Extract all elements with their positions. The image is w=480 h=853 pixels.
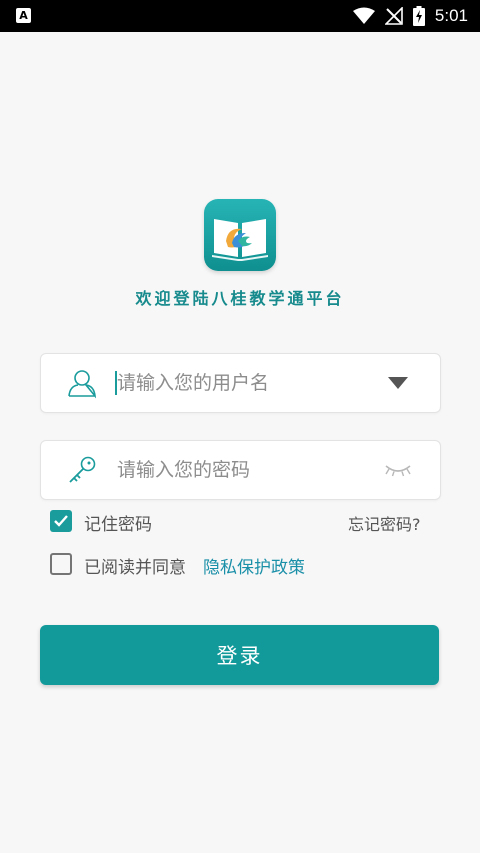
remember-password-checkbox[interactable] bbox=[50, 510, 72, 532]
app-logo bbox=[204, 199, 276, 271]
notification-icon: A bbox=[16, 8, 31, 23]
book-logo-icon bbox=[212, 219, 268, 261]
clock: 5:01 bbox=[434, 6, 468, 25]
agreement-label: 已阅读并同意 bbox=[84, 558, 186, 578]
forgot-password-link[interactable]: 忘记密码? bbox=[348, 511, 421, 535]
wifi-icon bbox=[352, 7, 375, 24]
password-input[interactable]: 请输入您的密码 bbox=[117, 441, 250, 499]
password-field[interactable]: 请输入您的密码 bbox=[40, 440, 441, 500]
dropdown-arrow-icon[interactable] bbox=[388, 377, 408, 389]
battery-charging-icon bbox=[412, 6, 425, 26]
remember-password-label[interactable]: 记住密码 bbox=[84, 510, 152, 535]
status-bar: A 5:01 bbox=[0, 0, 480, 32]
welcome-slogan: 欢迎登陆八桂教学通平台 bbox=[135, 289, 345, 308]
username-field[interactable]: 请输入您的用户名 bbox=[40, 353, 441, 413]
privacy-policy-link[interactable]: 隐私保护政策 bbox=[203, 553, 305, 578]
agreement-checkbox[interactable] bbox=[50, 553, 72, 575]
eye-closed-icon[interactable] bbox=[384, 463, 412, 477]
no-signal-icon bbox=[384, 7, 403, 25]
key-icon bbox=[69, 456, 96, 483]
login-button[interactable]: 登录 bbox=[40, 625, 439, 685]
checkmark-icon bbox=[54, 515, 68, 527]
user-icon bbox=[68, 370, 97, 399]
username-input[interactable]: 请输入您的用户名 bbox=[117, 354, 269, 412]
